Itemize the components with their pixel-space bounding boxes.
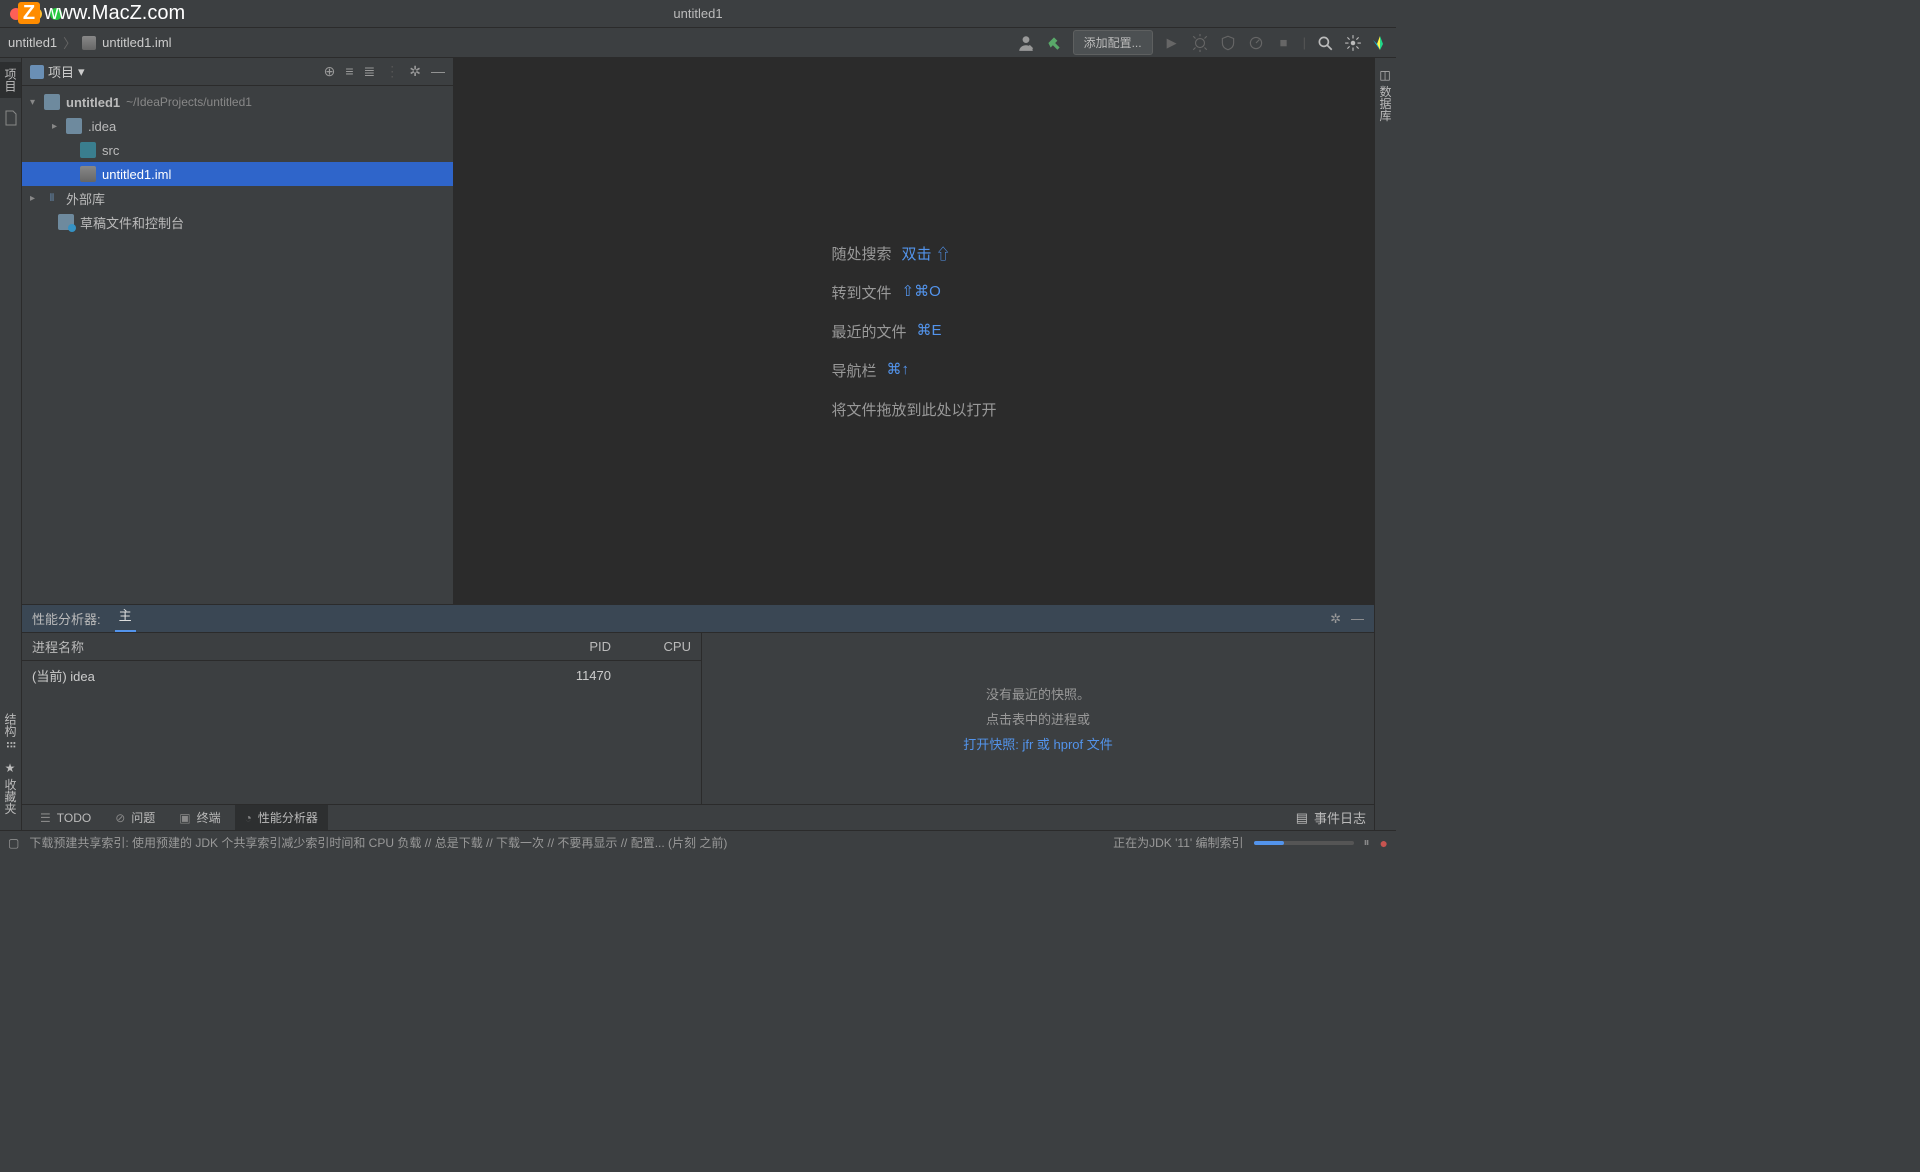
- database-tool-tab[interactable]: ◫ 数据库: [1375, 62, 1396, 127]
- profiler-title: 性能分析器:: [32, 609, 101, 628]
- profiler-table-header: 进程名称 PID CPU: [22, 633, 701, 661]
- profiler-process-row[interactable]: (当前) idea 11470: [22, 661, 701, 689]
- profiler-settings-icon[interactable]: ✲: [1330, 611, 1341, 627]
- titlebar: Zwww.MacZ.com untitled1: [0, 0, 1396, 28]
- folder-icon: [66, 118, 82, 134]
- favorites-tool-tab[interactable]: ★ 收藏夹: [0, 755, 21, 820]
- tree-item-iml[interactable]: untitled1.iml: [22, 162, 453, 186]
- status-message[interactable]: 下载预建共享索引: 使用预建的 JDK 个共享索引减少索引时间和 CPU 负载 …: [29, 834, 1103, 851]
- breadcrumb-file[interactable]: untitled1.iml: [102, 35, 171, 50]
- tree-item-idea[interactable]: ▸.idea: [22, 114, 453, 138]
- event-log-button[interactable]: ▤事件日志: [1296, 808, 1366, 827]
- breadcrumb-separator: 〉: [63, 33, 76, 52]
- expand-all-icon[interactable]: ≡: [345, 63, 353, 80]
- build-icon[interactable]: [1045, 34, 1063, 52]
- tab-terminal[interactable]: ▣终端: [169, 805, 230, 830]
- status-bar: ▢ 下载预建共享索引: 使用预建的 JDK 个共享索引减少索引时间和 CPU 负…: [0, 830, 1396, 854]
- toolbar-right: 添加配置... ▶ ■ |: [1017, 30, 1388, 55]
- project-view-selector[interactable]: 项目 ▾: [30, 62, 85, 81]
- run-icon[interactable]: ▶: [1163, 34, 1181, 52]
- window-title: untitled1: [673, 6, 722, 21]
- bottom-tabs: ☰TODO ⊘问题 ▣终端 ◔性能分析器 ▤事件日志: [22, 804, 1374, 830]
- project-tool-tab[interactable]: 项目: [0, 62, 21, 98]
- progress-bar[interactable]: [1254, 841, 1354, 845]
- tree-item-external-libs[interactable]: ▸⫴外部库: [22, 186, 453, 210]
- user-icon[interactable]: [1017, 34, 1035, 52]
- right-gutter: ◫ 数据库: [1374, 58, 1396, 830]
- debug-icon[interactable]: [1191, 34, 1209, 52]
- structure-tool-tab[interactable]: 结构 ⠿: [0, 707, 21, 755]
- panel-settings-icon[interactable]: ✲: [409, 63, 421, 80]
- pause-icon[interactable]: ⏸: [1364, 835, 1370, 850]
- iml-file-icon: [80, 166, 96, 182]
- profiler-hide-icon[interactable]: —: [1351, 611, 1364, 627]
- iml-icon: [82, 36, 96, 50]
- indexing-label: 正在为JDK '11' 编制索引: [1113, 834, 1243, 851]
- status-tool-windows-icon[interactable]: ▢: [8, 836, 19, 850]
- stop-icon[interactable]: ■: [1275, 34, 1293, 52]
- coverage-icon[interactable]: [1219, 34, 1237, 52]
- project-folder-icon: [44, 94, 60, 110]
- breadcrumb[interactable]: untitled1 〉 untitled1.iml: [8, 33, 172, 52]
- editor-area[interactable]: 随处搜索双击 ⇧ 转到文件⇧⌘O 最近的文件⌘E 导航栏⌘↑ 将文件拖放到此处以…: [454, 58, 1374, 604]
- tree-item-src[interactable]: src: [22, 138, 453, 162]
- profiler-empty-state: 没有最近的快照。 点击表中的进程或 打开快照: jfr 或 hprof 文件: [702, 633, 1374, 804]
- profiler-header: 性能分析器: 主 ✲ —: [22, 605, 1374, 633]
- project-panel-header: 项目 ▾ ⊕ ≡ ≣ ⋮ ✲ —: [22, 58, 453, 86]
- navbar: untitled1 〉 untitled1.iml 添加配置... ▶ ■ |: [0, 28, 1396, 58]
- breadcrumb-root[interactable]: untitled1: [8, 35, 57, 50]
- jetbrains-icon[interactable]: [1372, 35, 1388, 51]
- locate-icon[interactable]: ⊕: [324, 63, 336, 80]
- settings-icon[interactable]: [1344, 34, 1362, 52]
- tree-root[interactable]: ▾ untitled1~/IdeaProjects/untitled1: [22, 90, 453, 114]
- profiler-tab-main[interactable]: 主: [115, 605, 136, 632]
- add-configuration-button[interactable]: 添加配置...: [1073, 30, 1153, 55]
- profiler-panel: 性能分析器: 主 ✲ — 进程名称 PID CPU (当前) idea 11: [22, 604, 1374, 804]
- open-snapshot-link[interactable]: 打开快照: jfr 或 hprof 文件: [963, 734, 1113, 753]
- file-gutter-icon[interactable]: [3, 110, 19, 126]
- error-indicator-icon[interactable]: ●: [1380, 835, 1388, 851]
- tab-profiler[interactable]: ◔性能分析器: [235, 805, 328, 830]
- search-icon[interactable]: [1316, 34, 1334, 52]
- left-gutter: 项目 结构 ⠿ ★ 收藏夹: [0, 58, 22, 830]
- watermark: Zwww.MacZ.com: [18, 2, 185, 25]
- tab-todo[interactable]: ☰TODO: [30, 805, 101, 830]
- scratch-icon: [58, 214, 74, 230]
- profiler-process-list: 进程名称 PID CPU (当前) idea 11470: [22, 633, 702, 804]
- project-panel: 项目 ▾ ⊕ ≡ ≣ ⋮ ✲ — ▾ untitled1~/IdeaProjec…: [22, 58, 454, 604]
- tab-problems[interactable]: ⊘问题: [105, 805, 165, 830]
- editor-hints: 随处搜索双击 ⇧ 转到文件⇧⌘O 最近的文件⌘E 导航栏⌘↑ 将文件拖放到此处以…: [831, 243, 996, 420]
- src-folder-icon: [80, 142, 96, 158]
- tree-item-scratch[interactable]: 草稿文件和控制台: [22, 210, 453, 234]
- collapse-all-icon[interactable]: ≣: [364, 63, 376, 80]
- hide-panel-icon[interactable]: —: [431, 63, 445, 80]
- project-tree[interactable]: ▾ untitled1~/IdeaProjects/untitled1 ▸.id…: [22, 86, 453, 238]
- profile-icon[interactable]: [1247, 34, 1265, 52]
- library-icon: ⫴: [44, 190, 60, 206]
